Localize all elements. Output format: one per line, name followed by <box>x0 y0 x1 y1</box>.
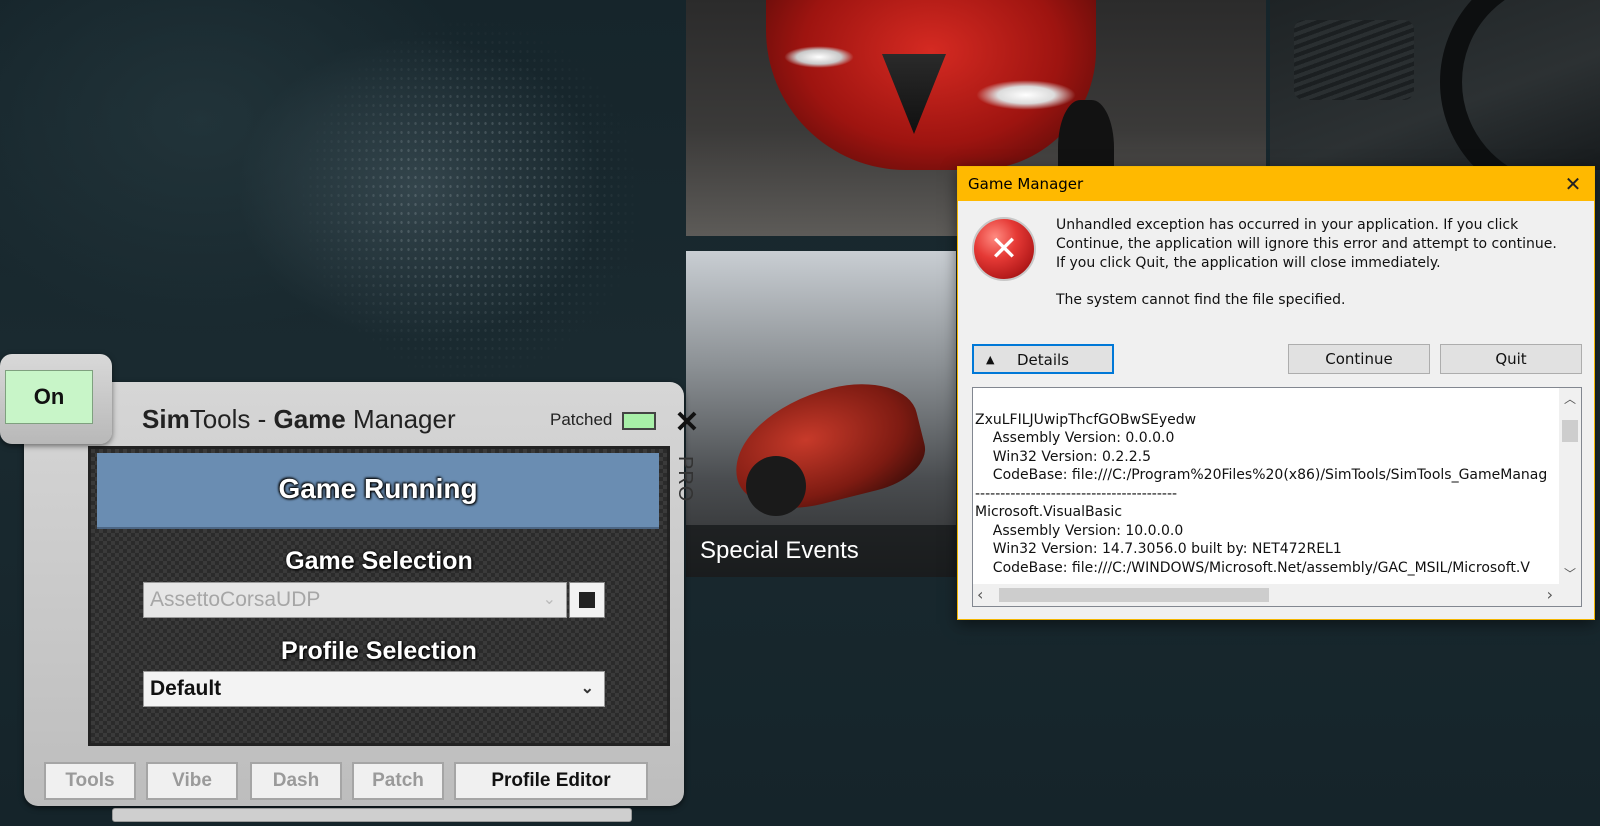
stop-game-button[interactable] <box>569 582 605 618</box>
dashboard-vent <box>1294 20 1414 100</box>
dash-button[interactable]: Dash <box>250 762 342 800</box>
patch-button[interactable]: Patch <box>352 762 444 800</box>
scroll-right-icon[interactable]: › <box>1547 584 1553 606</box>
scroll-down-icon[interactable]: ﹀ <box>1559 565 1581 582</box>
continue-button[interactable]: Continue <box>1288 344 1430 374</box>
scroll-left-icon[interactable]: ‹ <box>977 584 983 606</box>
details-label: Details <box>1016 351 1069 369</box>
title-tools: Tools - <box>189 404 274 434</box>
car-interior-tile[interactable] <box>1270 0 1600 170</box>
details-line: CodeBase: file:///C:/Program%20Files%20(… <box>975 467 1548 483</box>
patched-indicator <box>622 412 656 430</box>
quit-button[interactable]: Quit <box>1440 344 1582 374</box>
profile-selection-value: Default <box>150 677 222 700</box>
dialog-title: Game Manager <box>968 175 1084 193</box>
error-icon: ✕ <box>972 217 1036 281</box>
error-dialog: Game Manager ✕ ✕ Unhandled exception has… <box>957 166 1595 620</box>
error-message: Unhandled exception has occurred in your… <box>1056 217 1557 271</box>
tile-caption: Special Events <box>686 525 956 577</box>
special-events-tile[interactable]: Special Events <box>686 251 956 577</box>
game-selection-dropdown[interactable]: AssettoCorsaUDP ⌄ <box>143 582 567 618</box>
close-icon: ✕ <box>674 406 700 439</box>
details-separator: ---------------------------------------- <box>975 485 1178 502</box>
chevron-down-icon: ⌄ <box>542 591 556 608</box>
details-line: ZxuLFILJUwipThcfGOBwSEyedw <box>975 411 1197 428</box>
details-button[interactable]: ▲ Details <box>972 344 1114 374</box>
details-line: Win32 Version: 0.2.2.5 <box>975 448 1151 465</box>
collapse-arrow-icon: ▲ <box>986 353 995 366</box>
horizontal-scrollbar[interactable]: ‹ › <box>973 584 1559 606</box>
title-sim: Sim <box>142 404 190 434</box>
on-toggle-button[interactable]: On <box>5 370 93 424</box>
steering-wheel <box>1440 0 1600 170</box>
chevron-down-icon: ⌄ <box>580 680 594 697</box>
on-toggle-frame: On <box>0 354 112 444</box>
vertical-scrollbar[interactable]: ︿ ﹀ <box>1559 388 1581 584</box>
scroll-up-icon[interactable]: ︿ <box>1559 390 1581 407</box>
scroll-thumb[interactable] <box>999 588 1269 602</box>
window-title: SimTools - Game Manager <box>142 404 456 435</box>
simtools-window: SimTools - Game Manager Patched ✕ PRO Ga… <box>0 354 700 822</box>
background-texture <box>300 20 640 380</box>
error-detail-message: The system cannot find the file specifie… <box>1056 292 1346 308</box>
simtools-frame: SimTools - Game Manager Patched ✕ PRO Ga… <box>24 382 700 822</box>
scroll-thumb[interactable] <box>1562 420 1578 442</box>
stop-icon <box>579 592 595 608</box>
status-banner: Game Running <box>97 453 659 529</box>
game-selection-heading: Game Selection <box>285 547 473 575</box>
headlight <box>976 80 1076 110</box>
vibe-button[interactable]: Vibe <box>146 762 238 800</box>
close-icon: ✕ <box>1564 172 1582 196</box>
bottom-scrollbar[interactable] <box>112 808 632 822</box>
tools-button[interactable]: Tools <box>44 762 136 800</box>
scrollbar-corner <box>1559 584 1581 606</box>
details-line: Assembly Version: 10.0.0.0 <box>975 522 1184 539</box>
car-wheel <box>746 456 806 516</box>
profile-selection-heading: Profile Selection <box>281 637 477 665</box>
game-selection-value: AssettoCorsaUDP <box>150 588 321 611</box>
profile-editor-button[interactable]: Profile Editor <box>454 762 648 800</box>
dialog-titlebar: Game Manager ✕ <box>958 167 1594 201</box>
details-text: ZxuLFILJUwipThcfGOBwSEyedw Assembly Vers… <box>975 392 1555 596</box>
profile-selection-dropdown[interactable]: Default ⌄ <box>143 671 605 707</box>
headlight <box>784 46 854 68</box>
title-manager: Manager <box>345 404 456 434</box>
details-line: Assembly Version: 0.0.0.0 <box>975 430 1175 446</box>
dialog-close-button[interactable]: ✕ <box>1558 169 1588 199</box>
details-line: Microsoft.VisualBasic <box>975 504 1123 520</box>
close-button[interactable]: ✕ <box>672 408 702 438</box>
status-text: Game Running <box>278 473 478 504</box>
pro-label: PRO <box>674 456 696 503</box>
details-textbox[interactable]: ZxuLFILJUwipThcfGOBwSEyedw Assembly Vers… <box>972 387 1582 607</box>
details-line: Win32 Version: 14.7.3056.0 built by: NET… <box>975 541 1342 557</box>
game-panel: Game Running Game Selection AssettoCorsa… <box>88 446 670 746</box>
details-line: CodeBase: file:///C:/WINDOWS/Microsoft.N… <box>975 559 1530 576</box>
patched-label: Patched <box>550 410 613 429</box>
title-game: Game <box>273 404 346 434</box>
